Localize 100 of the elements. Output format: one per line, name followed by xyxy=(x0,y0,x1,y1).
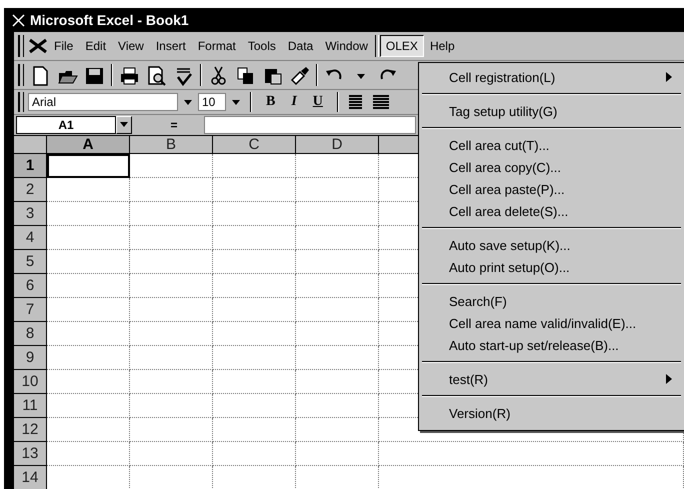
menu-option[interactable]: Cell registration(L) xyxy=(419,66,684,88)
grid-cell[interactable] xyxy=(213,154,296,178)
corner-cell[interactable] xyxy=(14,136,47,154)
menu-option[interactable]: Cell area delete(S)... xyxy=(419,200,684,222)
grid-cell[interactable] xyxy=(213,370,296,394)
grid-cell[interactable] xyxy=(296,346,379,370)
dropdown-button[interactable] xyxy=(116,116,132,134)
printer-icon[interactable] xyxy=(119,64,140,86)
menu-item[interactable]: Help xyxy=(424,35,461,57)
underline-button[interactable]: U xyxy=(306,94,329,110)
grid-cell[interactable] xyxy=(130,442,213,466)
menu-option[interactable]: Auto start-up set/release(B)... xyxy=(419,334,684,356)
menu-item[interactable]: OLEX xyxy=(380,35,424,57)
grid-cell[interactable] xyxy=(130,418,213,442)
grid-cell[interactable] xyxy=(296,226,379,250)
grid-cell[interactable] xyxy=(130,178,213,202)
column-header[interactable]: D xyxy=(296,136,379,154)
grid-cell[interactable] xyxy=(47,202,130,226)
menu-option[interactable]: Cell area cut(T)... xyxy=(419,134,684,156)
grid-cell[interactable] xyxy=(130,226,213,250)
row-header[interactable]: 11 xyxy=(14,394,47,418)
menu-item[interactable]: Edit xyxy=(79,35,112,57)
grid-cell[interactable] xyxy=(130,274,213,298)
menu-option[interactable]: Tag setup utility(G) xyxy=(419,100,684,122)
grid-cell[interactable] xyxy=(130,322,213,346)
grid-cell[interactable] xyxy=(47,346,130,370)
grid-cell[interactable] xyxy=(213,274,296,298)
grid-cell[interactable] xyxy=(296,298,379,322)
menu-item[interactable]: Window xyxy=(319,35,374,57)
row-header[interactable]: 4 xyxy=(14,226,47,250)
column-header[interactable]: B xyxy=(130,136,213,154)
grid-cell[interactable] xyxy=(213,250,296,274)
font-field[interactable]: Arial xyxy=(28,93,178,111)
formula-field[interactable] xyxy=(204,116,416,134)
grid-cell[interactable] xyxy=(47,442,130,466)
toolbar-grip[interactable] xyxy=(18,35,24,57)
grid-cell[interactable] xyxy=(47,394,130,418)
grid-cell[interactable] xyxy=(379,442,684,466)
row-header[interactable]: 9 xyxy=(14,346,47,370)
grid-cell[interactable] xyxy=(296,418,379,442)
grid-cell[interactable] xyxy=(296,370,379,394)
grid-cell[interactable] xyxy=(213,178,296,202)
menu-option[interactable]: Cell area copy(C)... xyxy=(419,156,684,178)
row-header[interactable]: 5 xyxy=(14,250,47,274)
menu-option[interactable]: Auto save setup(K)... xyxy=(419,234,684,256)
column-header[interactable]: C xyxy=(213,136,296,154)
grid-cell[interactable] xyxy=(296,322,379,346)
grid-cell[interactable] xyxy=(213,442,296,466)
grid-cell[interactable] xyxy=(296,178,379,202)
row-header[interactable]: 1 xyxy=(14,154,47,178)
menu-option[interactable]: Search(F) xyxy=(419,290,684,312)
grid-cell[interactable] xyxy=(130,202,213,226)
row-header[interactable]: 10 xyxy=(14,370,47,394)
grid-cell[interactable] xyxy=(213,298,296,322)
menu-option[interactable]: Cell area name valid/invalid(E)... xyxy=(419,312,684,334)
menu-item[interactable]: Tools xyxy=(242,35,282,57)
row-header[interactable]: 12 xyxy=(14,418,47,442)
grid-cell[interactable] xyxy=(130,370,213,394)
paintbrush-icon[interactable] xyxy=(289,64,310,86)
row-header[interactable]: 13 xyxy=(14,442,47,466)
menu-option[interactable]: Version(R) xyxy=(419,402,684,424)
menu-item[interactable]: Format xyxy=(192,35,242,57)
grid-cell[interactable] xyxy=(130,394,213,418)
equals-sign[interactable]: = xyxy=(144,118,204,132)
grid-cell[interactable] xyxy=(296,154,379,178)
grid-cell[interactable] xyxy=(213,226,296,250)
row-header[interactable]: 7 xyxy=(14,298,47,322)
toolbar-grip[interactable] xyxy=(18,64,24,86)
grid-cell[interactable] xyxy=(47,274,130,298)
menu-item[interactable]: File xyxy=(48,35,80,57)
grid-cell[interactable] xyxy=(296,274,379,298)
grid-cell[interactable] xyxy=(47,178,130,202)
menu-option[interactable]: Cell area paste(P)... xyxy=(419,178,684,200)
grid-cell[interactable] xyxy=(130,346,213,370)
print-preview-icon[interactable] xyxy=(146,64,167,86)
row-header[interactable]: 3 xyxy=(14,202,47,226)
bold-button[interactable]: B xyxy=(260,94,282,110)
grid-cell[interactable] xyxy=(47,226,130,250)
column-header[interactable]: A xyxy=(47,136,130,154)
italic-button[interactable]: I xyxy=(285,94,303,110)
grid-cell[interactable] xyxy=(296,250,379,274)
toolbar-grip[interactable] xyxy=(18,92,24,112)
grid-cell[interactable] xyxy=(47,418,130,442)
menu-item[interactable]: View xyxy=(112,35,150,57)
menu-option[interactable]: Auto print setup(O)... xyxy=(419,256,684,278)
row-header[interactable]: 6 xyxy=(14,274,47,298)
grid-cell[interactable] xyxy=(130,154,213,178)
menu-item[interactable]: Insert xyxy=(150,35,192,57)
row-header[interactable]: 2 xyxy=(14,178,47,202)
grid-cell[interactable] xyxy=(130,250,213,274)
grid-cell[interactable] xyxy=(47,154,130,178)
align-center-icon[interactable] xyxy=(370,92,391,112)
grid-cell[interactable] xyxy=(213,346,296,370)
grid-cell[interactable] xyxy=(213,202,296,226)
font-size-field[interactable]: 10 xyxy=(198,93,226,111)
name-box[interactable]: A1 xyxy=(16,116,116,134)
menu-item[interactable]: Data xyxy=(282,35,320,57)
grid-cell[interactable] xyxy=(296,202,379,226)
grid-cell[interactable] xyxy=(130,298,213,322)
menu-option[interactable]: test(R) xyxy=(419,368,684,390)
